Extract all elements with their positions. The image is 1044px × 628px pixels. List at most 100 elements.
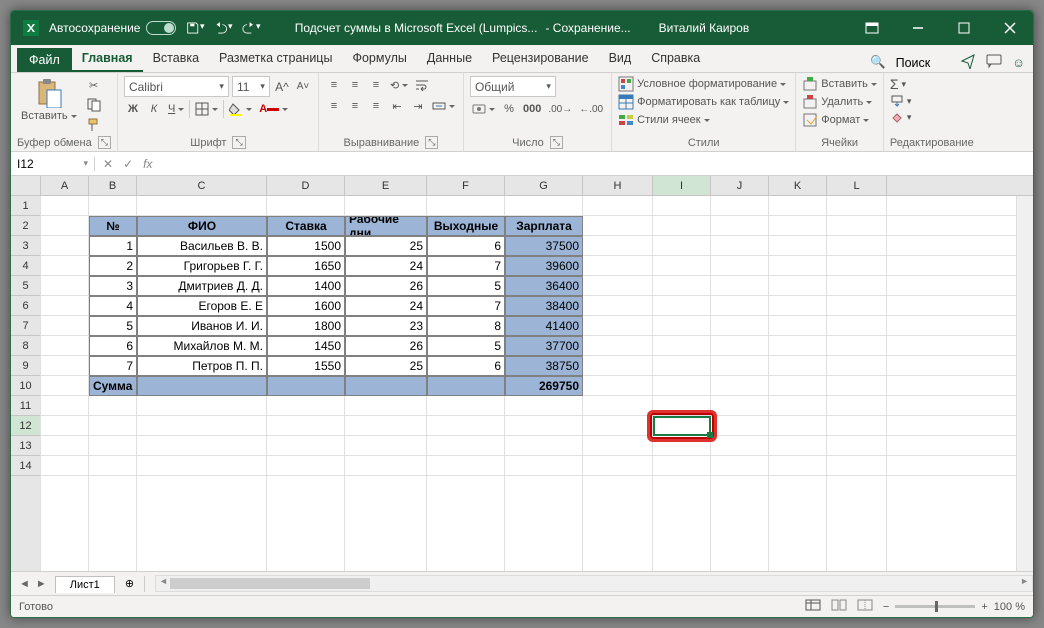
underline-icon[interactable]: Ч [166, 100, 186, 118]
outdent-icon[interactable]: ⇤ [388, 97, 406, 115]
sheet-next-icon[interactable]: ► [36, 578, 47, 590]
enter-formula-icon[interactable]: ✓ [123, 157, 133, 171]
merge-icon[interactable] [430, 97, 457, 115]
cell[interactable] [267, 376, 345, 396]
maximize-icon[interactable] [941, 11, 987, 45]
fill-color-icon[interactable] [227, 100, 254, 118]
cell[interactable]: 1 [89, 236, 137, 256]
zoom-in-icon[interactable]: + [981, 601, 987, 613]
cell[interactable]: ФИО [137, 216, 267, 236]
minimize-icon[interactable] [895, 11, 941, 45]
cell[interactable]: Михайлов М. М. [137, 336, 267, 356]
cell[interactable]: 2 [89, 256, 137, 276]
cell[interactable]: 5 [427, 276, 505, 296]
zoom-slider[interactable] [895, 605, 975, 608]
currency-icon[interactable] [470, 100, 497, 118]
tab-6[interactable]: Вид [599, 46, 642, 72]
horizontal-scrollbar[interactable]: ◄► [155, 575, 1033, 592]
smiley-icon[interactable]: ☺ [1012, 56, 1025, 70]
vertical-scrollbar[interactable] [1016, 196, 1033, 571]
align-middle-icon[interactable]: ≡ [346, 76, 364, 94]
format-painter-icon[interactable] [85, 116, 103, 134]
cell[interactable]: 1600 [267, 296, 345, 316]
tab-5[interactable]: Рецензирование [482, 46, 599, 72]
align-center-icon[interactable]: ≡ [346, 97, 364, 115]
tab-file[interactable]: Файл [17, 48, 72, 72]
decrease-decimal-icon[interactable]: ←.00 [577, 100, 605, 118]
italic-icon[interactable]: К [145, 100, 163, 118]
cell[interactable]: 37500 [505, 236, 583, 256]
redo-icon[interactable]: ▾ [242, 21, 260, 35]
cell[interactable] [345, 376, 427, 396]
cell[interactable]: № [89, 216, 137, 236]
cell[interactable]: Петров П. П. [137, 356, 267, 376]
tab-1[interactable]: Вставка [143, 46, 209, 72]
col-header[interactable]: G [505, 176, 583, 195]
cell[interactable]: 23 [345, 316, 427, 336]
cell[interactable]: 7 [427, 256, 505, 276]
format-as-table-button[interactable]: Форматировать как таблицу [618, 94, 789, 110]
search-label[interactable]: Поиск [896, 56, 931, 70]
autosum-button[interactable]: Σ ▾ [890, 76, 912, 92]
cell[interactable]: 26 [345, 336, 427, 356]
col-header[interactable]: B [89, 176, 137, 195]
cell[interactable] [427, 376, 505, 396]
fx-icon[interactable]: fx [143, 157, 152, 171]
cell[interactable]: 37700 [505, 336, 583, 356]
name-box[interactable]: I12▾ [11, 157, 95, 171]
cell[interactable] [137, 376, 267, 396]
cell[interactable]: 5 [427, 336, 505, 356]
view-normal-icon[interactable] [805, 599, 821, 614]
sheet-prev-icon[interactable]: ◄ [19, 578, 30, 590]
cell[interactable]: 25 [345, 356, 427, 376]
cell[interactable]: Ставка [267, 216, 345, 236]
font-color-icon[interactable]: А [257, 100, 290, 118]
view-page-layout-icon[interactable] [831, 599, 847, 614]
col-header[interactable]: J [711, 176, 769, 195]
undo-icon[interactable]: ▾ [214, 21, 232, 35]
cell[interactable]: 3 [89, 276, 137, 296]
cell[interactable]: 6 [89, 336, 137, 356]
search-icon[interactable]: 🔍 [870, 55, 886, 70]
cut-icon[interactable]: ✂ [85, 76, 103, 94]
sheet-tab[interactable]: Лист1 [55, 576, 115, 593]
comments-icon[interactable] [986, 53, 1002, 72]
row-header[interactable]: 14 [11, 456, 41, 476]
select-all-corner[interactable] [11, 176, 41, 195]
cell[interactable]: Зарплата [505, 216, 583, 236]
cell[interactable]: 8 [427, 316, 505, 336]
clear-button[interactable]: ▾ [890, 110, 912, 124]
cell[interactable]: 41400 [505, 316, 583, 336]
cell[interactable]: Рабочие дни [345, 216, 427, 236]
bold-icon[interactable]: Ж [124, 100, 142, 118]
tab-3[interactable]: Формулы [342, 46, 416, 72]
cell[interactable]: 4 [89, 296, 137, 316]
save-icon[interactable]: ▾ [186, 21, 204, 35]
font-name-select[interactable]: Calibri▾ [124, 76, 229, 97]
shrink-font-icon[interactable]: A˅ [294, 78, 312, 96]
cell[interactable]: Дмитриев Д. Д. [137, 276, 267, 296]
col-header[interactable]: E [345, 176, 427, 195]
font-size-select[interactable]: 11▾ [232, 76, 270, 97]
borders-icon[interactable] [193, 100, 220, 118]
view-page-break-icon[interactable] [857, 599, 873, 614]
share-icon[interactable] [960, 53, 976, 72]
cell-styles-button[interactable]: Стили ячеек [618, 112, 789, 128]
add-sheet-icon[interactable]: ⊕ [115, 577, 144, 590]
cell[interactable]: Сумма [89, 376, 137, 396]
cell[interactable]: Выходные [427, 216, 505, 236]
col-header[interactable]: K [769, 176, 827, 195]
tab-0[interactable]: Главная [72, 46, 143, 72]
cell[interactable]: 1500 [267, 236, 345, 256]
cell[interactable]: 7 [89, 356, 137, 376]
increase-decimal-icon[interactable]: .00→ [546, 100, 574, 118]
cell[interactable]: 1650 [267, 256, 345, 276]
cell[interactable]: 39600 [505, 256, 583, 276]
cancel-formula-icon[interactable]: ✕ [103, 157, 113, 171]
cell[interactable]: 36400 [505, 276, 583, 296]
delete-cells-button[interactable]: Удалить [802, 94, 877, 110]
cell[interactable]: 25 [345, 236, 427, 256]
zoom-out-icon[interactable]: − [883, 601, 889, 613]
zoom-value[interactable]: 100 % [994, 601, 1025, 613]
cell[interactable]: 1550 [267, 356, 345, 376]
